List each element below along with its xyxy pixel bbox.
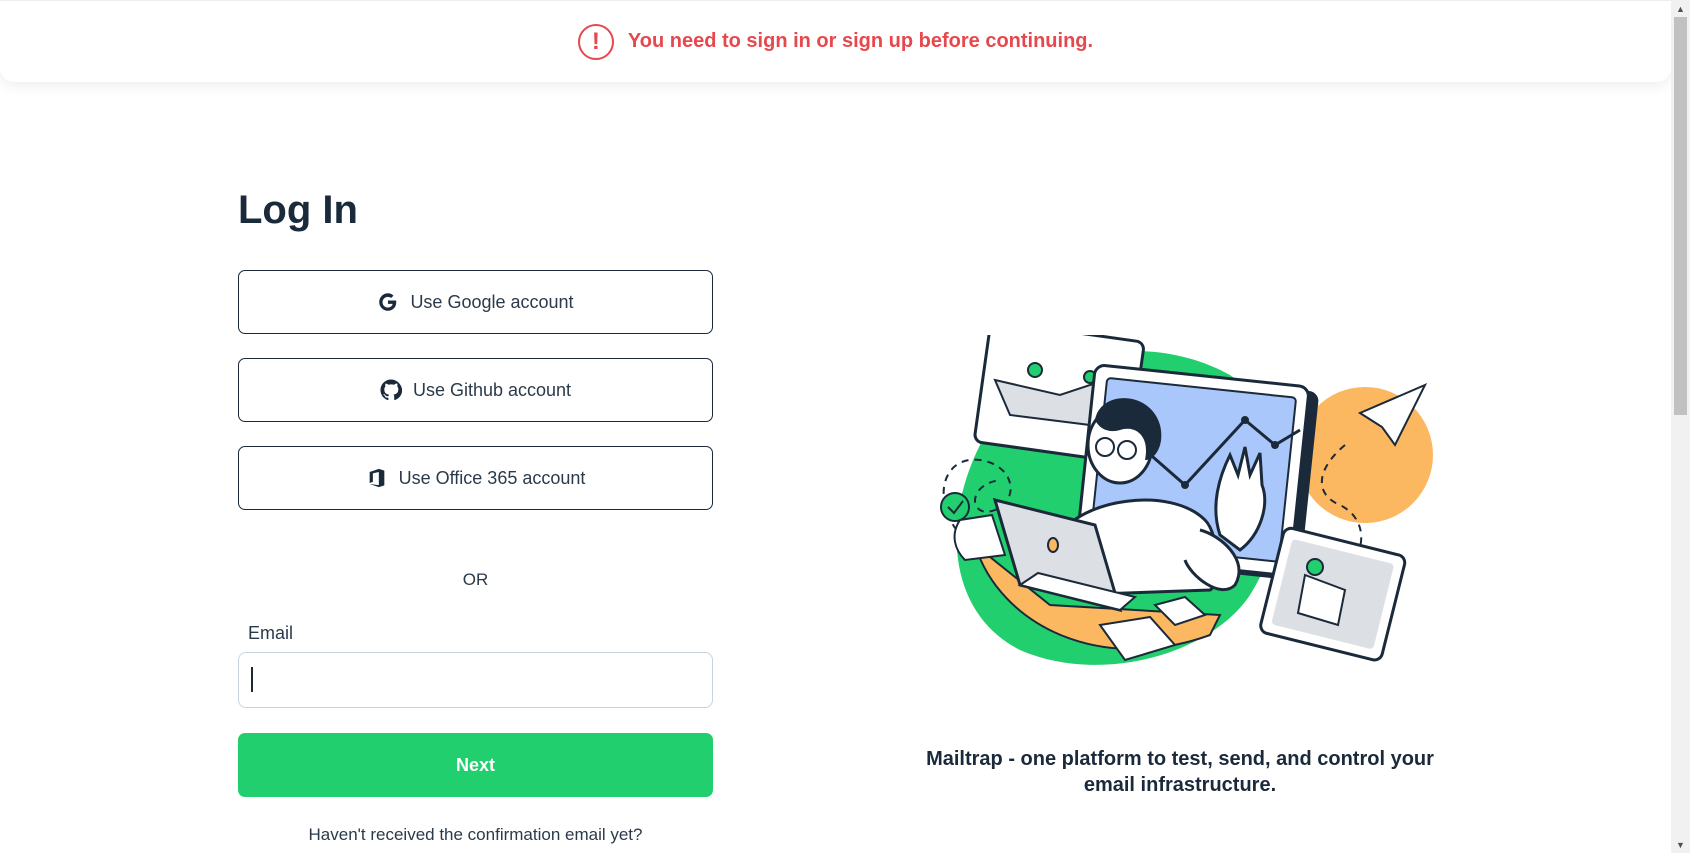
office365-login-button[interactable]: Use Office 365 account (238, 446, 713, 510)
github-icon (380, 379, 402, 401)
google-login-label: Use Google account (410, 291, 574, 312)
alert-banner: ! You need to sign in or sign up before … (0, 0, 1671, 82)
google-login-button[interactable]: Use Google account (238, 270, 713, 334)
office365-icon (366, 467, 388, 489)
trend-point (1271, 441, 1279, 449)
scroll-up-arrow-icon[interactable]: ▲ (1671, 0, 1690, 17)
check-badge-icon (1027, 362, 1043, 378)
check-badge-icon (1306, 558, 1324, 576)
mailtrap-illustration (940, 335, 1433, 665)
next-button[interactable]: Next (238, 733, 713, 797)
scroll-down-arrow-icon[interactable]: ▼ (1671, 836, 1690, 853)
text-caret (251, 667, 253, 692)
trend-point (1181, 481, 1189, 489)
email-field[interactable] (238, 652, 713, 708)
github-login-label: Use Github account (412, 379, 572, 400)
promo-tagline-line-2: email infrastructure. (1083, 774, 1277, 796)
page-title: Log In (238, 188, 358, 232)
exclamation-circle-icon: ! (577, 23, 614, 60)
login-page: ! You need to sign in or sign up before … (0, 0, 1671, 853)
laptop-logo (1047, 537, 1059, 553)
google-icon (377, 291, 399, 313)
alert-message: You need to sign in or sign up before co… (627, 30, 1094, 52)
email-label: Email (248, 623, 294, 643)
vertical-scrollbar[interactable]: ▲ ▼ (1671, 0, 1690, 853)
or-divider: OR (462, 570, 489, 589)
office365-login-label: Use Office 365 account (398, 467, 586, 488)
resend-confirmation-link[interactable]: Haven't received the confirmation email … (238, 825, 713, 845)
scrollbar-thumb[interactable] (1674, 17, 1687, 415)
promo-tagline: Mailtrap - one platform to test, send, a… (920, 746, 1440, 798)
promo-tagline-line-1: Mailtrap - one platform to test, send, a… (926, 748, 1434, 770)
github-login-button[interactable]: Use Github account (238, 358, 713, 422)
check-badge-icon (940, 492, 970, 522)
trend-point (1241, 416, 1249, 424)
